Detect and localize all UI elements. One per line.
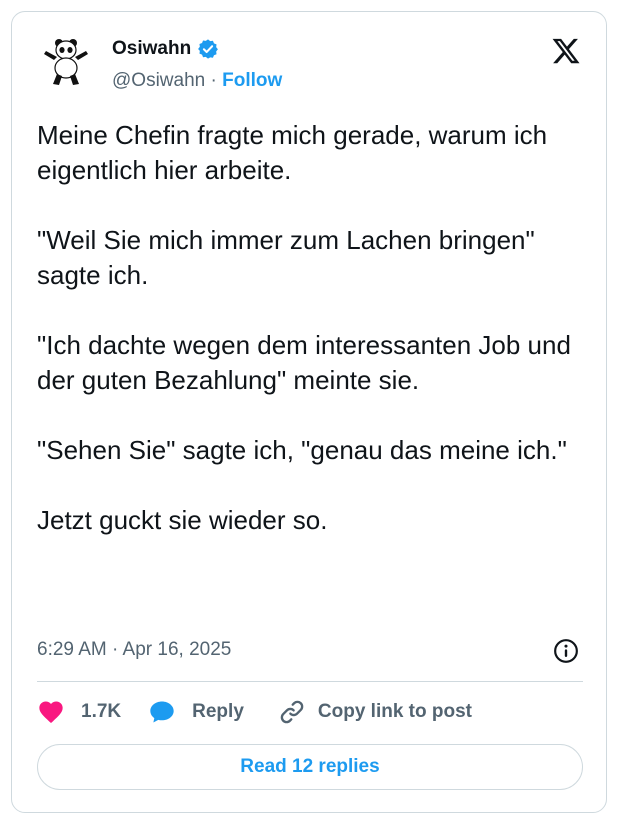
reply-label: Reply (192, 701, 244, 722)
author-handle-row: @Osiwahn · Follow (112, 70, 282, 92)
reply-button[interactable]: Reply (148, 698, 278, 726)
link-icon (280, 700, 304, 724)
author-handle[interactable]: @Osiwahn (112, 70, 205, 91)
follow-button[interactable]: Follow (222, 70, 282, 91)
chat-bubble-icon (150, 701, 174, 723)
post-timestamp[interactable]: 6:29 AM · Apr 16, 2025 (37, 639, 231, 661)
divider (37, 681, 583, 682)
separator-dot: · (210, 70, 217, 91)
x-logo-icon[interactable] (550, 36, 582, 66)
like-count: 1.7K (81, 701, 122, 722)
heart-icon (39, 701, 63, 723)
copy-link-button[interactable]: Copy link to post (278, 698, 472, 726)
author-name-row: Osiwahn (112, 38, 219, 60)
copy-link-label: Copy link to post (317, 701, 472, 722)
read-replies-button[interactable]: Read 12 replies (37, 744, 583, 790)
info-icon[interactable] (553, 638, 579, 664)
read-replies-label: Read 12 replies (240, 756, 380, 777)
post-text: Meine Chefin fragte mich gerade, warum i… (37, 120, 571, 535)
post-actions: 1.7K Reply Copy link to post (37, 695, 472, 729)
verified-badge-icon (198, 39, 219, 59)
avatar[interactable] (38, 36, 94, 92)
like-button[interactable]: 1.7K (37, 698, 148, 726)
author-name[interactable]: Osiwahn (112, 38, 191, 60)
